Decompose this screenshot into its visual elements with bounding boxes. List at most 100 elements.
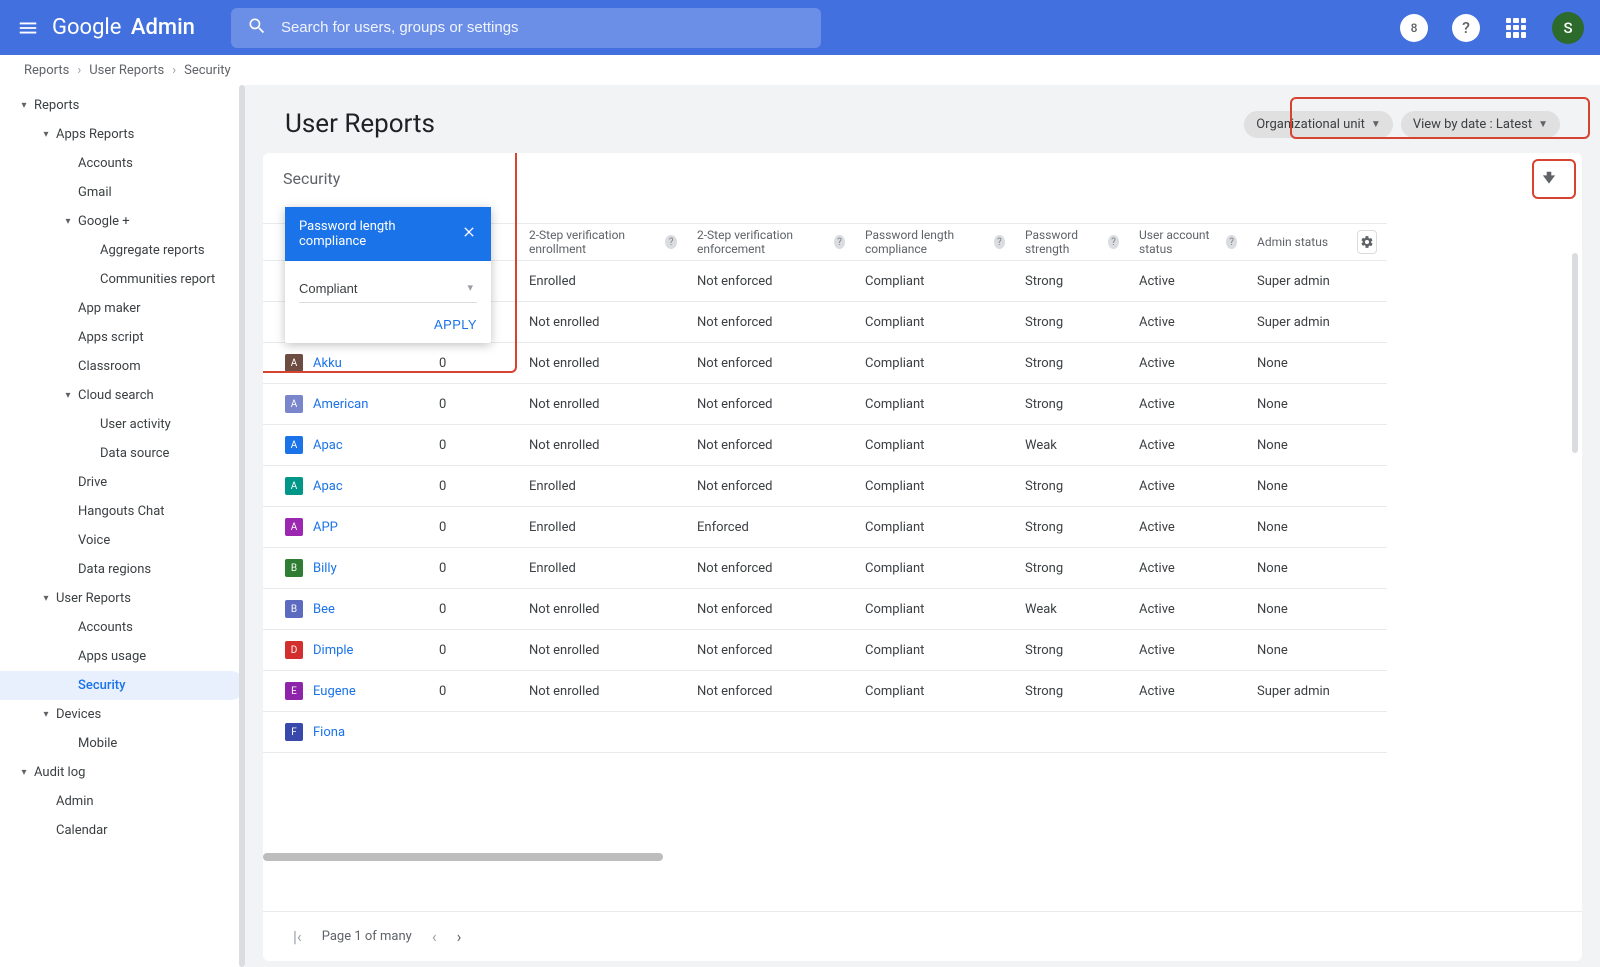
menu-icon[interactable] <box>16 16 40 40</box>
user-avatar: B <box>285 600 303 618</box>
user-link[interactable]: Bee <box>313 602 335 617</box>
close-icon[interactable] <box>461 224 477 244</box>
download-icon[interactable] <box>1538 169 1562 193</box>
report-card: Security Password length compliance <box>263 153 1582 961</box>
sidebar-item-app-maker[interactable]: App maker <box>0 294 245 323</box>
sidebar-item-calendar[interactable]: Calendar <box>0 816 245 845</box>
chevron-down-icon: ▾ <box>36 709 56 720</box>
sidebar-item-cloud-search[interactable]: ▾Cloud search <box>0 381 245 410</box>
page-label: Page 1 of many <box>322 929 412 944</box>
table-row: EEugene0Not enrolledNot enforcedComplian… <box>263 671 1582 712</box>
help-icon[interactable]: ? <box>994 235 1005 249</box>
search-input[interactable] <box>281 19 805 36</box>
cell-apps: 0 <box>429 384 519 425</box>
filter-popover: Password length compliance Compliant <box>285 207 491 343</box>
sidebar-item-communities-report[interactable]: Communities report <box>0 265 245 294</box>
gear-icon[interactable] <box>1357 230 1377 254</box>
col-admin-status[interactable]: Admin status <box>1247 223 1347 261</box>
account-avatar[interactable]: S <box>1552 12 1584 44</box>
cell-admin: None <box>1247 507 1347 548</box>
sidebar-item-data-regions[interactable]: Data regions <box>0 555 245 584</box>
cell-apps <box>429 712 519 753</box>
view-by-date-chip[interactable]: View by date : Latest▼ <box>1401 111 1560 138</box>
sidebar-item-gmail[interactable]: Gmail <box>0 178 245 207</box>
sidebar-item-classroom[interactable]: Classroom <box>0 352 245 381</box>
cell-user: B Bee <box>263 589 429 630</box>
cell-str: Strong <box>1015 548 1129 589</box>
user-link[interactable]: Fiona <box>313 725 345 740</box>
sidebar-item-label: Cloud search <box>78 388 154 403</box>
user-link[interactable]: American <box>313 397 368 412</box>
cell-status: Active <box>1129 384 1247 425</box>
col-pwd-strength[interactable]: Password strength? <box>1015 223 1129 261</box>
sidebar-item-label: Apps Reports <box>56 127 134 142</box>
user-link[interactable]: Eugene <box>313 684 356 699</box>
help-icon[interactable]: ? <box>1452 14 1480 42</box>
help-icon[interactable]: ? <box>1226 235 1237 249</box>
help-icon[interactable]: ? <box>1108 235 1119 249</box>
page-next-icon[interactable]: › <box>457 927 462 946</box>
sidebar-item-apps-usage[interactable]: Apps usage <box>0 642 245 671</box>
help-icon[interactable]: ? <box>665 235 677 249</box>
page-first-icon[interactable]: |‹ <box>293 927 302 946</box>
search-bar[interactable] <box>231 8 821 48</box>
chevron-down-icon: ▾ <box>36 129 56 140</box>
help-icon[interactable]: ? <box>834 235 845 249</box>
vertical-scrollbar[interactable] <box>1572 253 1578 453</box>
sidebar-item-reports[interactable]: ▾Reports <box>0 91 245 120</box>
col-2sv-enforcement[interactable]: 2-Step verification enforcement? <box>687 223 855 261</box>
user-link[interactable]: Akku <box>313 356 342 371</box>
user-avatar: A <box>285 354 303 372</box>
page-prev-icon[interactable]: ‹ <box>432 927 437 946</box>
cell-2sv: Enrolled <box>519 261 687 302</box>
sidebar-item-google-[interactable]: ▾Google + <box>0 207 245 236</box>
sidebar-item-user-activity[interactable]: User activity <box>0 410 245 439</box>
sidebar-item-accounts[interactable]: Accounts <box>0 613 245 642</box>
col-pwd-compliance[interactable]: Password length compliance? <box>855 223 1015 261</box>
apply-button[interactable]: APPLY <box>434 317 477 332</box>
sidebar-item-mobile[interactable]: Mobile <box>0 729 245 758</box>
cell-str: Strong <box>1015 302 1129 343</box>
sidebar-item-aggregate-reports[interactable]: Aggregate reports <box>0 236 245 265</box>
sidebar-item-admin[interactable]: Admin <box>0 787 245 816</box>
cell-status: Active <box>1129 630 1247 671</box>
breadcrumb-item[interactable]: User Reports <box>89 63 164 78</box>
col-2sv-enrollment[interactable]: 2-Step verification enrollment? <box>519 223 687 261</box>
apps-icon[interactable] <box>1504 16 1528 40</box>
user-avatar: E <box>285 682 303 700</box>
sidebar-item-user-reports[interactable]: ▾User Reports <box>0 584 245 613</box>
col-account-status[interactable]: User account status? <box>1129 223 1247 261</box>
sidebar-item-audit-log[interactable]: ▾Audit log <box>0 758 245 787</box>
logo[interactable]: Google Admin <box>52 15 195 40</box>
sidebar-item-voice[interactable]: Voice <box>0 526 245 555</box>
user-link[interactable]: Apac <box>313 438 343 453</box>
filter-select[interactable]: Compliant <box>299 275 477 303</box>
sidebar-item-label: User Reports <box>56 591 131 606</box>
user-link[interactable]: APP <box>313 520 338 535</box>
sidebar-item-apps-reports[interactable]: ▾Apps Reports <box>0 120 245 149</box>
content-area: User Reports Organizational unit▼ View b… <box>245 85 1600 967</box>
cell-2sv: Enrolled <box>519 548 687 589</box>
cell-status: Active <box>1129 548 1247 589</box>
sidebar-item-label: Drive <box>78 475 107 490</box>
user-link[interactable]: Billy <box>313 561 337 576</box>
cell-user: E Eugene <box>263 671 429 712</box>
breadcrumb-item[interactable]: Reports <box>24 63 69 78</box>
user-link[interactable]: Apac <box>313 479 343 494</box>
sidebar-item-label: Communities report <box>100 272 215 287</box>
user-avatar: A <box>285 436 303 454</box>
table-row: BBee0Not enrolledNot enforcedCompliantWe… <box>263 589 1582 630</box>
horizontal-scrollbar[interactable] <box>263 853 663 861</box>
sidebar-item-data-source[interactable]: Data source <box>0 439 245 468</box>
header-badge-icon[interactable]: 8 <box>1400 14 1428 42</box>
sidebar-item-apps-script[interactable]: Apps script <box>0 323 245 352</box>
sidebar-item-security[interactable]: Security <box>0 671 245 700</box>
sidebar-item-devices[interactable]: ▾Devices <box>0 700 245 729</box>
cell-admin: Super admin <box>1247 261 1347 302</box>
sidebar-item-hangouts-chat[interactable]: Hangouts Chat <box>0 497 245 526</box>
sidebar-item-drive[interactable]: Drive <box>0 468 245 497</box>
user-link[interactable]: Dimple <box>313 643 353 658</box>
org-unit-chip[interactable]: Organizational unit▼ <box>1244 111 1393 138</box>
sidebar-item-accounts[interactable]: Accounts <box>0 149 245 178</box>
table-row: DDimple0Not enrolledNot enforcedComplian… <box>263 630 1582 671</box>
